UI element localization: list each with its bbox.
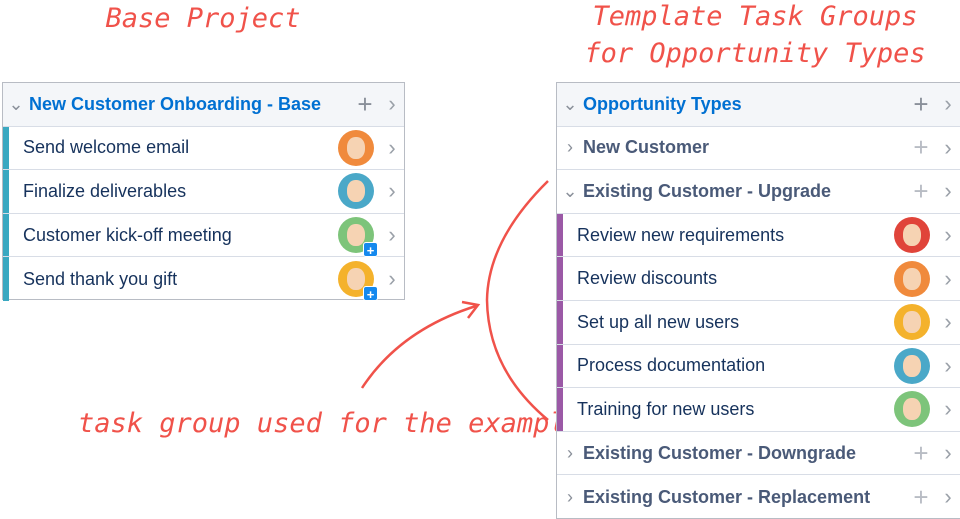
plus-icon[interactable]: +: [906, 176, 936, 207]
task-label: Process documentation: [577, 355, 766, 376]
chevron-right-icon[interactable]: ›: [380, 178, 404, 204]
task-label: Set up all new users: [577, 311, 740, 332]
group-label: Existing Customer - Upgrade: [583, 180, 832, 201]
task-label: Training for new users: [577, 398, 755, 419]
plus-icon[interactable]: +: [906, 482, 936, 513]
template-header[interactable]: ⌄ Opportunity Types + ›: [557, 83, 960, 127]
bracket-curve: [485, 180, 549, 421]
plus-icon[interactable]: +: [906, 132, 936, 163]
template-panel: ⌄ Opportunity Types + › › New Customer +…: [556, 82, 960, 519]
chevron-right-icon[interactable]: ›: [557, 487, 583, 508]
task-label: Send welcome email: [23, 137, 190, 158]
chevron-right-icon[interactable]: ›: [936, 440, 960, 466]
accent-bar: [557, 213, 563, 257]
chevron-right-icon[interactable]: ›: [936, 309, 960, 335]
group-row[interactable]: › Existing Customer - Downgrade + ›: [557, 432, 960, 476]
plus-icon[interactable]: +: [906, 89, 936, 120]
base-project-panel: ⌄ New Customer Onboarding - Base + › Sen…: [2, 82, 405, 302]
accent-bar: [557, 388, 563, 431]
task-row[interactable]: Review discounts ›: [557, 257, 960, 301]
panel-title: Opportunity Types: [583, 93, 742, 114]
chevron-right-icon[interactable]: ›: [557, 137, 583, 158]
chevron-right-icon[interactable]: ›: [380, 91, 404, 117]
task-label: Send thank you gift: [23, 268, 178, 289]
avatar: [894, 304, 930, 341]
chevron-right-icon[interactable]: ›: [936, 396, 960, 422]
task-row[interactable]: Send thank you gift + ›: [3, 257, 404, 302]
accent-bar: [557, 344, 563, 388]
chevron-right-icon[interactable]: ›: [936, 222, 960, 248]
arrow-curve: [360, 304, 477, 389]
group-title: New Customer Onboarding - Base: [29, 93, 322, 114]
avatar: [338, 129, 374, 166]
chevron-right-icon[interactable]: ›: [936, 91, 960, 117]
base-group-header[interactable]: ⌄ New Customer Onboarding - Base + ›: [3, 83, 404, 127]
avatar: [894, 391, 930, 428]
avatar: [894, 217, 930, 254]
chevron-right-icon[interactable]: ›: [557, 443, 583, 464]
plus-icon[interactable]: +: [350, 89, 380, 120]
avatar: +: [338, 217, 378, 258]
chevron-right-icon[interactable]: ›: [380, 222, 404, 248]
chevron-down-icon[interactable]: ⌄: [3, 94, 29, 115]
group-label: Existing Customer - Downgrade: [583, 442, 857, 463]
chevron-down-icon[interactable]: ⌄: [557, 94, 583, 115]
group-label: New Customer: [583, 137, 710, 158]
avatar: [338, 173, 374, 210]
accent-bar: [3, 170, 9, 213]
accent-bar: [557, 257, 563, 300]
task-row[interactable]: Training for new users ›: [557, 388, 960, 432]
chevron-right-icon[interactable]: ›: [936, 484, 960, 510]
chevron-right-icon[interactable]: ›: [936, 353, 960, 379]
accent-bar: [3, 126, 9, 170]
chevron-down-icon[interactable]: ⌄: [557, 181, 583, 202]
chevron-right-icon[interactable]: ›: [936, 266, 960, 292]
chevron-right-icon[interactable]: ›: [380, 135, 404, 161]
plus-badge-icon[interactable]: +: [363, 242, 378, 258]
task-label: Finalize deliverables: [23, 180, 187, 201]
chevron-right-icon[interactable]: ›: [380, 266, 404, 292]
chevron-right-icon[interactable]: ›: [936, 178, 960, 204]
group-label: Existing Customer - Replacement: [583, 486, 871, 507]
task-row[interactable]: Send welcome email ›: [3, 126, 404, 171]
group-row[interactable]: › New Customer + ›: [557, 127, 960, 171]
task-row[interactable]: Review new requirements ›: [557, 213, 960, 258]
chevron-right-icon[interactable]: ›: [936, 135, 960, 161]
task-label: Review new requirements: [577, 224, 785, 245]
accent-bar: [557, 300, 563, 344]
accent-bar: [3, 213, 9, 257]
plus-badge-icon[interactable]: +: [363, 286, 378, 302]
avatar: [894, 260, 930, 297]
plus-icon[interactable]: +: [906, 438, 936, 469]
avatar: +: [338, 261, 378, 302]
task-row[interactable]: Set up all new users ›: [557, 300, 960, 345]
task-label: Review discounts: [577, 268, 718, 289]
group-row[interactable]: › Existing Customer - Replacement + ›: [557, 475, 960, 519]
group-row[interactable]: ⌄ Existing Customer - Upgrade + ›: [557, 170, 960, 214]
avatar: [894, 347, 930, 384]
task-label: Customer kick-off meeting: [23, 224, 232, 245]
task-row[interactable]: Customer kick-off meeting + ›: [3, 213, 404, 258]
accent-bar: [3, 257, 9, 301]
task-row[interactable]: Process documentation ›: [557, 344, 960, 389]
task-row[interactable]: Finalize deliverables ›: [3, 170, 404, 214]
